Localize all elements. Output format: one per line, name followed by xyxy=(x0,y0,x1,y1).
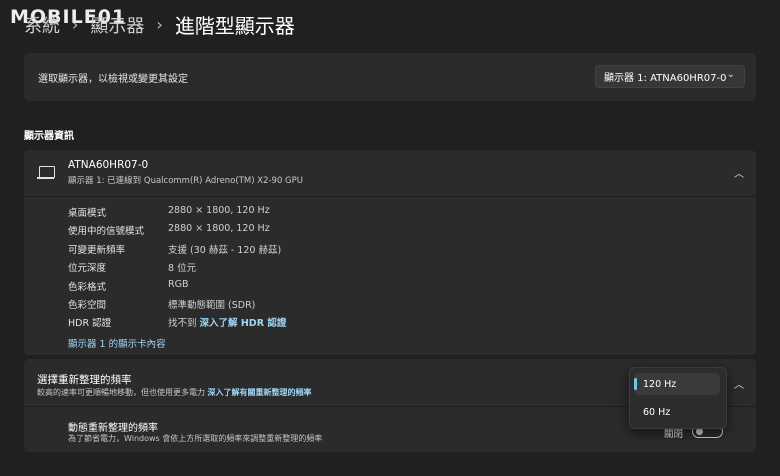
info-value: 2880 × 1800, 120 Hz xyxy=(168,205,270,216)
info-value: 支援 (30 赫茲 - 120 赫茲) xyxy=(168,244,282,256)
display-dropdown[interactable]: 顯示器 1: ATNA60HR07-0 ⌄ xyxy=(595,65,745,88)
chevron-right-icon: › xyxy=(156,15,163,34)
info-key: 使用中的信號模式 xyxy=(68,226,145,238)
info-key: 桌面模式 xyxy=(68,208,107,219)
select-display-label: 選取顯示器，以檢視或變更其設定 xyxy=(38,74,188,85)
display-connection: 顯示器 1: 已連線到 Qualcomm(R) Adreno(TM) X2-90… xyxy=(68,176,303,186)
info-value: 找不到 深入了解 HDR 認證 xyxy=(168,315,286,333)
info-row: HDR 認證 找不到 深入了解 HDR 認證 xyxy=(68,315,286,333)
info-value: 標準動態範圍 (SDR) xyxy=(168,299,256,311)
refresh-rate-title: 選擇重新整理的頻率 xyxy=(37,374,132,386)
display-dropdown-value: 顯示器 1: ATNA60HR07-0 xyxy=(604,73,727,84)
info-rows: 桌面模式 2880 × 1800, 120 Hz 使用中的信號模式 2880 × 1… xyxy=(68,205,286,334)
breadcrumb: 系統 › 顯示器 › 進階型顯示器 xyxy=(24,10,295,39)
refresh-option-120[interactable]: 120 Hz xyxy=(634,373,720,395)
breadcrumb-system[interactable]: 系統 xyxy=(24,12,60,38)
refresh-learn-more-link[interactable]: 深入了解有關重新整理的頻率 xyxy=(208,388,312,397)
dynamic-refresh-desc: 為了節省電力，Windows 會依上方所選取的頻率來調整重新整理的頻率 xyxy=(68,434,323,443)
refresh-rate-menu: 120 Hz 60 Hz xyxy=(629,367,727,429)
chevron-right-icon: › xyxy=(72,15,79,34)
info-row: 桌面模式 2880 × 1800, 120 Hz xyxy=(68,205,286,223)
chevron-up-icon[interactable]: ︿ xyxy=(734,165,744,180)
select-display-card: 選取顯示器，以檢視或變更其設定 顯示器 1: ATNA60HR07-0 ⌄ xyxy=(24,53,756,101)
dynamic-refresh-title: 動態重新整理的頻率 xyxy=(68,423,158,434)
info-key: 色彩空間 xyxy=(68,299,107,311)
refresh-option-60[interactable]: 60 Hz xyxy=(634,401,720,423)
refresh-desc-text: 較高的速率可更順暢地移動，但也使用更多電力 xyxy=(37,388,205,397)
page-title: 進階型顯示器 xyxy=(174,14,295,38)
refresh-rate-desc: 較高的速率可更順暢地移動，但也使用更多電力 深入了解有關重新整理的頻率 xyxy=(37,387,312,398)
info-row: 使用中的信號模式 2880 × 1800, 120 Hz xyxy=(68,223,286,241)
hdr-value: 找不到 xyxy=(168,318,197,330)
info-key: 可變更新頻率 xyxy=(68,244,126,256)
info-key: 色彩格式 xyxy=(68,281,107,293)
hdr-learn-more-link[interactable]: 深入了解 HDR 認證 xyxy=(200,318,287,329)
info-key: HDR 認證 xyxy=(68,318,112,330)
toggle-knob xyxy=(696,428,703,435)
info-row: 可變更新頻率 支援 (30 赫茲 - 120 赫茲) xyxy=(68,242,286,260)
info-row: 位元深度 8 位元 xyxy=(68,260,286,278)
info-row: 色彩空間 標準動態範圍 (SDR) xyxy=(68,297,286,315)
info-value: 8 位元 xyxy=(168,263,197,275)
display-info-header[interactable]: ATNA60HR07-0 顯示器 1: 已連線到 Qualcomm(R) Adr… xyxy=(24,150,756,197)
display-name: ATNA60HR07-0 xyxy=(68,159,149,171)
info-row: 色彩格式 RGB xyxy=(68,279,286,297)
info-key: 位元深度 xyxy=(68,263,107,275)
adapter-properties-link[interactable]: 顯示器 1 的顯示卡內容 xyxy=(68,336,166,350)
display-info-card: ATNA60HR07-0 顯示器 1: 已連線到 Qualcomm(R) Adr… xyxy=(24,150,756,355)
info-value: RGB xyxy=(168,278,189,290)
info-value: 2880 × 1800, 120 Hz xyxy=(168,223,270,235)
chevron-up-icon[interactable]: ︿ xyxy=(734,376,744,391)
chevron-down-icon: ⌄ xyxy=(726,69,735,80)
breadcrumb-display[interactable]: 顯示器 xyxy=(90,12,144,38)
section-title: 顯示器資訊 xyxy=(24,131,74,142)
monitor-icon xyxy=(37,166,55,179)
